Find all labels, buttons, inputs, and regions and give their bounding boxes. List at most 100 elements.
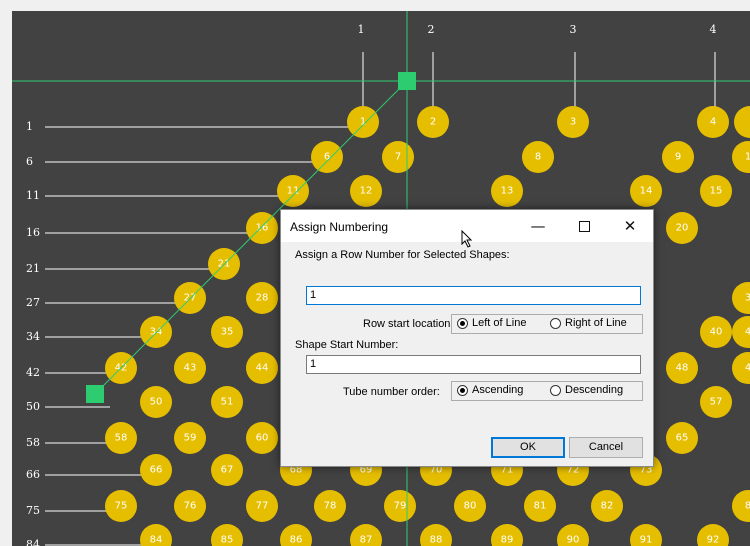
- radio-left-of-line[interactable]: Left of Line: [457, 317, 526, 329]
- column-label: 3: [570, 23, 577, 36]
- maximize-button[interactable]: [561, 210, 607, 242]
- tube-number: 1: [360, 117, 366, 128]
- close-button[interactable]: ✕: [607, 210, 653, 242]
- row-label: 11: [26, 189, 40, 202]
- tube-number: 44: [256, 363, 269, 374]
- radio-selected-icon: [457, 384, 468, 396]
- mouse-pointer-icon: [461, 230, 473, 248]
- tube-number: 43: [184, 363, 197, 374]
- tube-number: 66: [150, 465, 163, 476]
- tube-number: 78: [324, 501, 337, 512]
- radio-descending-label: Descending: [565, 384, 624, 396]
- minimize-button[interactable]: —: [515, 210, 561, 242]
- radio-unselected-icon: [550, 317, 561, 329]
- column-label: 2: [428, 23, 435, 36]
- tube-number: 85: [221, 535, 234, 546]
- tube-number: 82: [601, 501, 614, 512]
- radio-right-of-line-label: Right of Line: [565, 317, 627, 329]
- close-icon: ✕: [623, 217, 637, 235]
- start-number-input[interactable]: 1: [306, 355, 641, 374]
- tube-bubble[interactable]: [734, 106, 750, 138]
- row-label: 50: [26, 400, 40, 413]
- tube-number: 2: [430, 117, 436, 128]
- tube-number: 80: [464, 501, 477, 512]
- tube-number: 40: [710, 327, 723, 338]
- tube-number: 87: [360, 535, 373, 546]
- tube-number: 58: [115, 433, 128, 444]
- radio-selected-icon: [457, 317, 468, 329]
- row-label: 21: [26, 262, 40, 275]
- tube-number: 14: [640, 186, 653, 197]
- tube-number: 3: [570, 117, 576, 128]
- tube-number: 35: [221, 327, 234, 338]
- ok-button[interactable]: OK: [491, 437, 565, 458]
- maximize-icon: [578, 220, 590, 232]
- row-label: 75: [26, 504, 40, 517]
- start-number-label: Shape Start Number:: [295, 339, 399, 351]
- column-label: 4: [710, 23, 717, 36]
- row-start-label: Row start location:: [363, 318, 454, 330]
- tube-number: 57: [710, 397, 723, 408]
- radio-left-of-line-label: Left of Line: [472, 317, 527, 329]
- tube-number: 81: [534, 501, 547, 512]
- row-label: 27: [26, 296, 40, 309]
- tube-number: 12: [360, 186, 373, 197]
- radio-ascending-label: Ascending: [472, 384, 524, 396]
- row-label: 1: [26, 120, 33, 133]
- row-label: 6: [26, 155, 33, 168]
- tube-order-radio-group: Ascending Descending: [451, 381, 643, 401]
- radio-right-of-line[interactable]: Right of Line: [550, 317, 627, 329]
- tube-number: 3: [745, 293, 750, 304]
- row-label: 66: [26, 468, 40, 481]
- tube-number: 79: [394, 501, 407, 512]
- tube-number: 67: [221, 465, 234, 476]
- cancel-button[interactable]: Cancel: [569, 437, 643, 458]
- row-start-radio-group: Left of Line Right of Line: [451, 314, 643, 334]
- tube-number: 4: [745, 327, 750, 338]
- radio-unselected-icon: [550, 384, 561, 396]
- tube-number: 77: [256, 501, 269, 512]
- tube-number: 60: [256, 433, 269, 444]
- row-number-input[interactable]: 1: [306, 286, 641, 305]
- tube-number: 91: [640, 535, 653, 546]
- tube-number: 8: [535, 152, 541, 163]
- tube-number: 20: [676, 223, 689, 234]
- assign-numbering-dialog: Assign Numbering — ✕ Assign a Row Number…: [280, 209, 654, 467]
- tube-number: 48: [676, 363, 689, 374]
- radio-ascending[interactable]: Ascending: [457, 384, 523, 396]
- tube-number: 75: [115, 501, 128, 512]
- tube-number: 51: [221, 397, 234, 408]
- tube-number: 15: [710, 186, 723, 197]
- row-label: 58: [26, 436, 40, 449]
- tube-number: 65: [676, 433, 689, 444]
- tube-number: 59: [184, 433, 197, 444]
- radio-descending[interactable]: Descending: [550, 384, 623, 396]
- tube-number: 86: [290, 535, 303, 546]
- column-label: 1: [358, 23, 365, 36]
- tube-number: 4: [710, 117, 716, 128]
- tube-number: 89: [501, 535, 514, 546]
- tube-number: 92: [707, 535, 720, 546]
- row-label: 16: [26, 226, 40, 239]
- row-number-label: Assign a Row Number for Selected Shapes:: [295, 249, 510, 261]
- tube-number: 84: [150, 535, 163, 546]
- line-handle-start[interactable]: [398, 72, 416, 90]
- row-label: 34: [26, 330, 40, 343]
- tube-number: 4: [745, 363, 750, 374]
- tube-number: 1: [745, 152, 750, 163]
- dialog-title: Assign Numbering: [290, 220, 389, 234]
- tube-number: 16: [256, 223, 269, 234]
- tube-number: 13: [501, 186, 514, 197]
- tube-number: 9: [675, 152, 681, 163]
- tube-number: 90: [567, 535, 580, 546]
- tube-number: 76: [184, 501, 197, 512]
- tube-number: 88: [430, 535, 443, 546]
- row-label: 42: [26, 366, 40, 379]
- minimize-icon: —: [530, 217, 546, 235]
- row-label: 84: [26, 538, 40, 546]
- tube-number: 7: [395, 152, 401, 163]
- dialog-titlebar[interactable]: Assign Numbering — ✕: [281, 210, 653, 248]
- line-handle-end[interactable]: [86, 385, 104, 403]
- tube-number: 50: [150, 397, 163, 408]
- tube-number: 28: [256, 293, 269, 304]
